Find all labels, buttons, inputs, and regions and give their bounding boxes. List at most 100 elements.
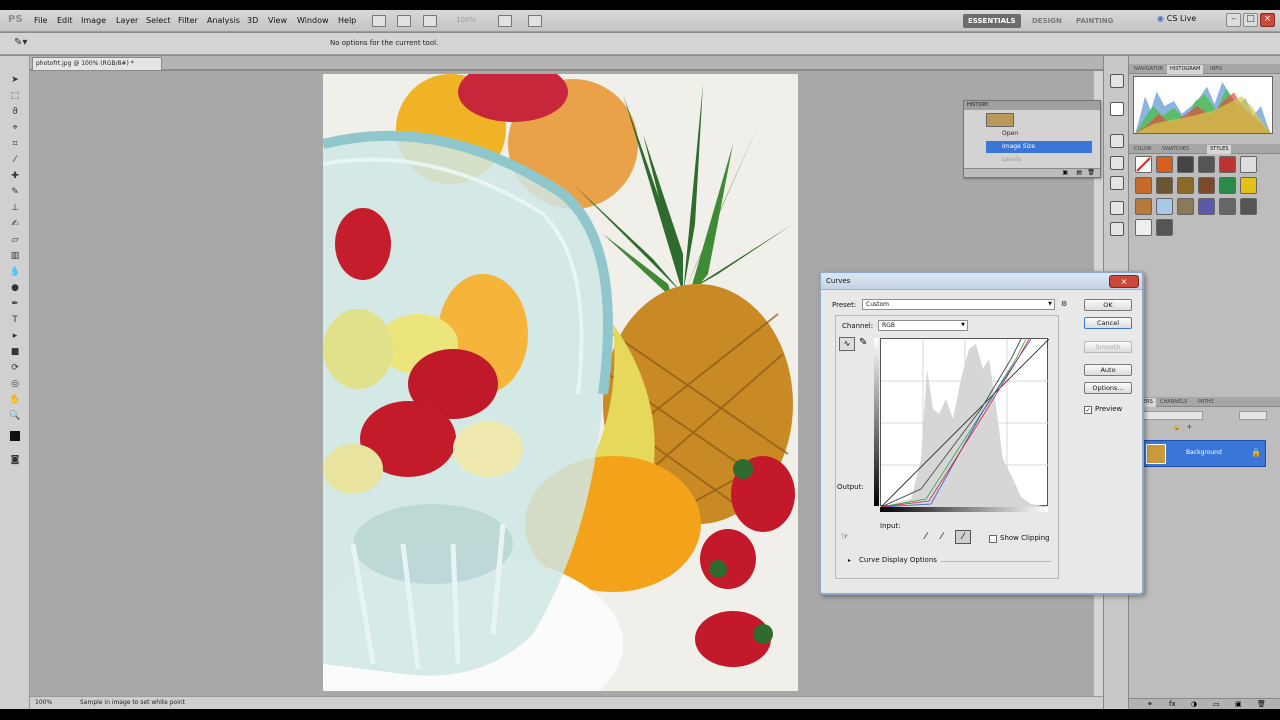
trash-icon[interactable]: 🗑: [1087, 169, 1095, 176]
move-tool-icon[interactable]: ➤: [9, 74, 21, 86]
preset-options-icon[interactable]: ⚙: [1061, 300, 1067, 308]
lock-position-icon[interactable]: ✛: [1187, 424, 1192, 431]
style-swatch[interactable]: [1135, 198, 1152, 215]
menu-filter[interactable]: Filter: [178, 16, 198, 25]
style-swatch[interactable]: [1198, 198, 1215, 215]
new-document-icon[interactable]: ▤: [1076, 169, 1082, 176]
eyedropper-icon[interactable]: ✎▾: [14, 37, 27, 48]
style-swatch[interactable]: [1177, 177, 1194, 194]
smooth-button[interactable]: Smooth: [1084, 341, 1132, 353]
menu-file[interactable]: File: [34, 16, 47, 25]
tab-color[interactable]: COLOR: [1131, 145, 1154, 154]
arrange-docs-icon[interactable]: [498, 15, 512, 27]
options-button[interactable]: Options...: [1084, 382, 1132, 394]
mask-icon[interactable]: ◑: [1191, 700, 1197, 708]
gradient-tool-icon[interactable]: ▥: [9, 250, 21, 262]
tab-channels[interactable]: CHANNELS: [1157, 398, 1190, 407]
blur-tool-icon[interactable]: 💧: [9, 266, 21, 278]
style-swatch[interactable]: [1219, 156, 1236, 173]
black-point-eyedropper-icon[interactable]: ⁄: [925, 532, 927, 542]
marquee-tool-icon[interactable]: ⬚: [9, 90, 21, 102]
style-swatch[interactable]: [1156, 198, 1173, 215]
style-swatch[interactable]: [1135, 219, 1152, 236]
style-swatch[interactable]: [1240, 177, 1257, 194]
cancel-button[interactable]: Cancel: [1084, 317, 1132, 329]
history-item-image-size[interactable]: Image Size: [986, 141, 1092, 153]
menu-help[interactable]: Help: [338, 16, 356, 25]
zoom-tool-icon[interactable]: 🔍: [9, 410, 21, 422]
style-swatch[interactable]: [1156, 177, 1173, 194]
menu-view[interactable]: View: [268, 16, 287, 25]
dock-paragraph-icon[interactable]: [1110, 222, 1124, 236]
style-swatch[interactable]: [1156, 156, 1173, 173]
document-tab[interactable]: photofrt.jpg @ 100% (RGB/8#) *: [32, 57, 162, 70]
style-swatch[interactable]: [1177, 156, 1194, 173]
curve-point-tool-icon[interactable]: ∿: [839, 337, 855, 351]
style-swatch[interactable]: [1219, 177, 1236, 194]
healing-tool-icon[interactable]: ✚: [9, 170, 21, 182]
shape-tool-icon[interactable]: ■: [9, 346, 21, 358]
preset-select[interactable]: Custom ▼: [862, 299, 1055, 310]
workspace-essentials[interactable]: ESSENTIALS: [963, 14, 1021, 28]
menu-3d[interactable]: 3D: [247, 16, 258, 25]
gray-point-eyedropper-icon[interactable]: ⁄: [941, 532, 943, 542]
dock-character-icon[interactable]: [1110, 176, 1124, 190]
tab-swatches[interactable]: SWATCHES: [1159, 145, 1192, 154]
menu-select[interactable]: Select: [146, 16, 171, 25]
brush-tool-icon[interactable]: ✎: [9, 186, 21, 198]
bridge-icon[interactable]: [372, 15, 386, 27]
blend-mode-select[interactable]: [1143, 411, 1203, 420]
fx-icon[interactable]: fx: [1169, 700, 1176, 708]
link-layers-icon[interactable]: ⚭: [1147, 700, 1153, 708]
dock-clone-source-icon[interactable]: [1110, 156, 1124, 170]
path-select-icon[interactable]: ▸: [9, 330, 21, 342]
style-swatch[interactable]: [1156, 219, 1173, 236]
pen-tool-icon[interactable]: ✒: [9, 298, 21, 310]
style-swatch[interactable]: [1198, 156, 1215, 173]
channel-select[interactable]: RGB ▼: [878, 320, 968, 331]
dodge-tool-icon[interactable]: ●: [9, 282, 21, 294]
screen-mode-icon[interactable]: [528, 15, 542, 27]
3d-rotate-icon[interactable]: ⟳: [9, 362, 21, 374]
tab-info[interactable]: INFO: [1207, 65, 1225, 74]
eraser-tool-icon[interactable]: ▱: [9, 234, 21, 246]
menu-window[interactable]: Window: [297, 16, 329, 25]
new-group-icon[interactable]: ▭: [1213, 700, 1220, 708]
type-tool-icon[interactable]: T: [9, 314, 21, 326]
tab-styles[interactable]: STYLES: [1207, 145, 1232, 154]
tab-navigator[interactable]: NAVIGATOR: [1131, 65, 1166, 74]
delete-layer-icon[interactable]: 🗑: [1257, 700, 1266, 708]
lasso-tool-icon[interactable]: ϑ: [9, 106, 21, 118]
stamp-tool-icon[interactable]: ⊥: [9, 202, 21, 214]
style-swatch[interactable]: [1177, 198, 1194, 215]
status-zoom[interactable]: 100%: [35, 699, 52, 706]
view-extras-icon[interactable]: [423, 15, 437, 27]
minimize-button[interactable]: –: [1226, 13, 1241, 27]
style-swatch[interactable]: [1198, 177, 1215, 194]
dock-actions-icon[interactable]: [1110, 134, 1124, 148]
style-swatch[interactable]: [1219, 198, 1236, 215]
zoom-box[interactable]: 100%: [456, 16, 476, 24]
style-swatch[interactable]: [1240, 198, 1257, 215]
quick-select-tool-icon[interactable]: ⌖: [9, 122, 21, 134]
document-image[interactable]: [323, 74, 798, 691]
style-swatch[interactable]: [1240, 156, 1257, 173]
lock-icon[interactable]: 🔒: [1173, 424, 1180, 431]
hand-tool-icon[interactable]: ✋: [9, 394, 21, 406]
preview-checkbox[interactable]: ✓: [1084, 406, 1092, 414]
history-brush-icon[interactable]: ✍: [9, 218, 21, 230]
tab-histogram[interactable]: HISTOGRAM: [1167, 65, 1204, 74]
curves-close-button[interactable]: ×: [1109, 275, 1139, 288]
curve-display-options[interactable]: Curve Display Options: [859, 556, 937, 564]
on-image-adjust-icon[interactable]: ☞: [841, 532, 849, 542]
dock-brushes-icon[interactable]: [1110, 201, 1124, 215]
maximize-button[interactable]: □: [1243, 13, 1258, 27]
history-item-open[interactable]: Open: [986, 128, 1092, 140]
menu-image[interactable]: Image: [81, 16, 106, 25]
workspace-design[interactable]: DESIGN: [1027, 14, 1067, 28]
new-layer-icon[interactable]: ▣: [1235, 700, 1242, 708]
eyedropper-tool-icon[interactable]: ⁄: [9, 154, 21, 166]
pencil-tool-icon[interactable]: ✎: [859, 337, 867, 348]
layer-row-background[interactable]: Background 🔒: [1143, 440, 1266, 467]
style-swatch[interactable]: [1135, 177, 1152, 194]
